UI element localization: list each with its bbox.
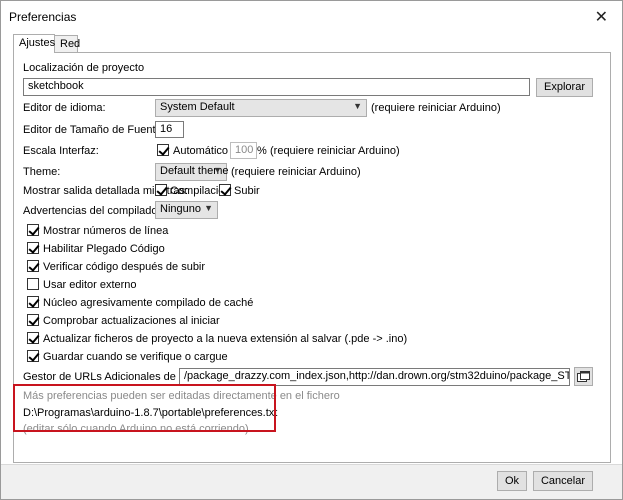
chevron-down-icon: ▼ (213, 165, 222, 175)
option-cache-core-checkbox[interactable] (27, 296, 39, 308)
option-external-editor-checkbox[interactable] (27, 278, 39, 290)
window-icon (577, 371, 590, 382)
option-line-numbers-label: Mostrar números de línea (43, 225, 169, 237)
option-code-folding-label: Habilitar Plegado Código (43, 243, 165, 255)
option-save-on-verify-checkbox[interactable] (27, 350, 39, 362)
tab-red[interactable]: Red (54, 35, 80, 52)
scale-auto-label: Automático (173, 145, 229, 157)
cancel-button[interactable]: Cancelar (533, 471, 593, 491)
scale-note: (requiere reiniciar Arduino) (270, 145, 400, 157)
boards-url-edit-button[interactable] (574, 367, 593, 386)
option-check-updates-label: Comprobar actualizaciones al iniciar (43, 315, 220, 327)
language-note: (requiere reiniciar Arduino) (371, 102, 501, 114)
warnings-label: Advertencias del compilador: (23, 205, 165, 217)
option-check-updates-checkbox[interactable] (27, 314, 39, 326)
title-bar: Preferencias ✕ (1, 1, 622, 31)
scale-label: Escala Interfaz: (23, 145, 99, 157)
option-cache-core-label: Núcleo agresivamente compilado de caché (43, 297, 254, 309)
scale-auto-checkbox[interactable] (157, 144, 169, 156)
verbose-compile-checkbox[interactable] (155, 184, 167, 196)
option-line-numbers-checkbox[interactable] (27, 224, 39, 236)
scale-unit: % (257, 145, 267, 157)
tab-ajustes[interactable]: Ajustes (13, 34, 55, 53)
language-value: System Default (160, 101, 235, 113)
verbose-upload-label: Subir (234, 185, 260, 197)
option-verify-upload-checkbox[interactable] (27, 260, 39, 272)
warnings-select[interactable]: Ninguno ▼ (155, 201, 218, 219)
option-external-editor-label: Usar editor externo (43, 279, 137, 291)
theme-select[interactable]: Default theme ▼ (155, 163, 228, 181)
verbose-upload-checkbox[interactable] (219, 184, 231, 196)
font-size-input[interactable]: 16 (155, 121, 184, 138)
theme-note: (requiere reiniciar Arduino) (231, 166, 361, 178)
sketchbook-label: Localización de proyecto (23, 62, 145, 74)
font-size-label: Editor de Tamaño de Fuente: (23, 124, 165, 136)
option-update-extension-label: Actualizar ficheros de proyecto a la nue… (43, 333, 408, 345)
option-update-extension-checkbox[interactable] (27, 332, 39, 344)
dialog-footer: Ok Cancelar (1, 464, 622, 499)
browse-button[interactable]: Explorar (536, 78, 593, 97)
chevron-down-icon: ▼ (204, 203, 213, 213)
highlight-box (13, 384, 276, 432)
chevron-down-icon: ▼ (353, 101, 362, 111)
language-label: Editor de idioma: (23, 102, 106, 114)
scale-value-input[interactable]: 100 (230, 142, 257, 159)
option-save-on-verify-label: Guardar cuando se verifique o cargue (43, 351, 228, 363)
preferences-dialog: Preferencias ✕ Ajustes Red Localización … (0, 0, 623, 500)
language-select[interactable]: System Default ▼ (155, 99, 367, 117)
ok-button[interactable]: Ok (497, 471, 527, 491)
option-code-folding-checkbox[interactable] (27, 242, 39, 254)
warnings-value: Ninguno (160, 203, 201, 215)
theme-label: Theme: (23, 166, 61, 178)
sketchbook-input[interactable]: sketchbook (23, 78, 530, 96)
option-verify-upload-label: Verificar código después de subir (43, 261, 206, 273)
window-title: Preferencias (9, 10, 77, 24)
close-icon[interactable]: ✕ (595, 7, 608, 27)
